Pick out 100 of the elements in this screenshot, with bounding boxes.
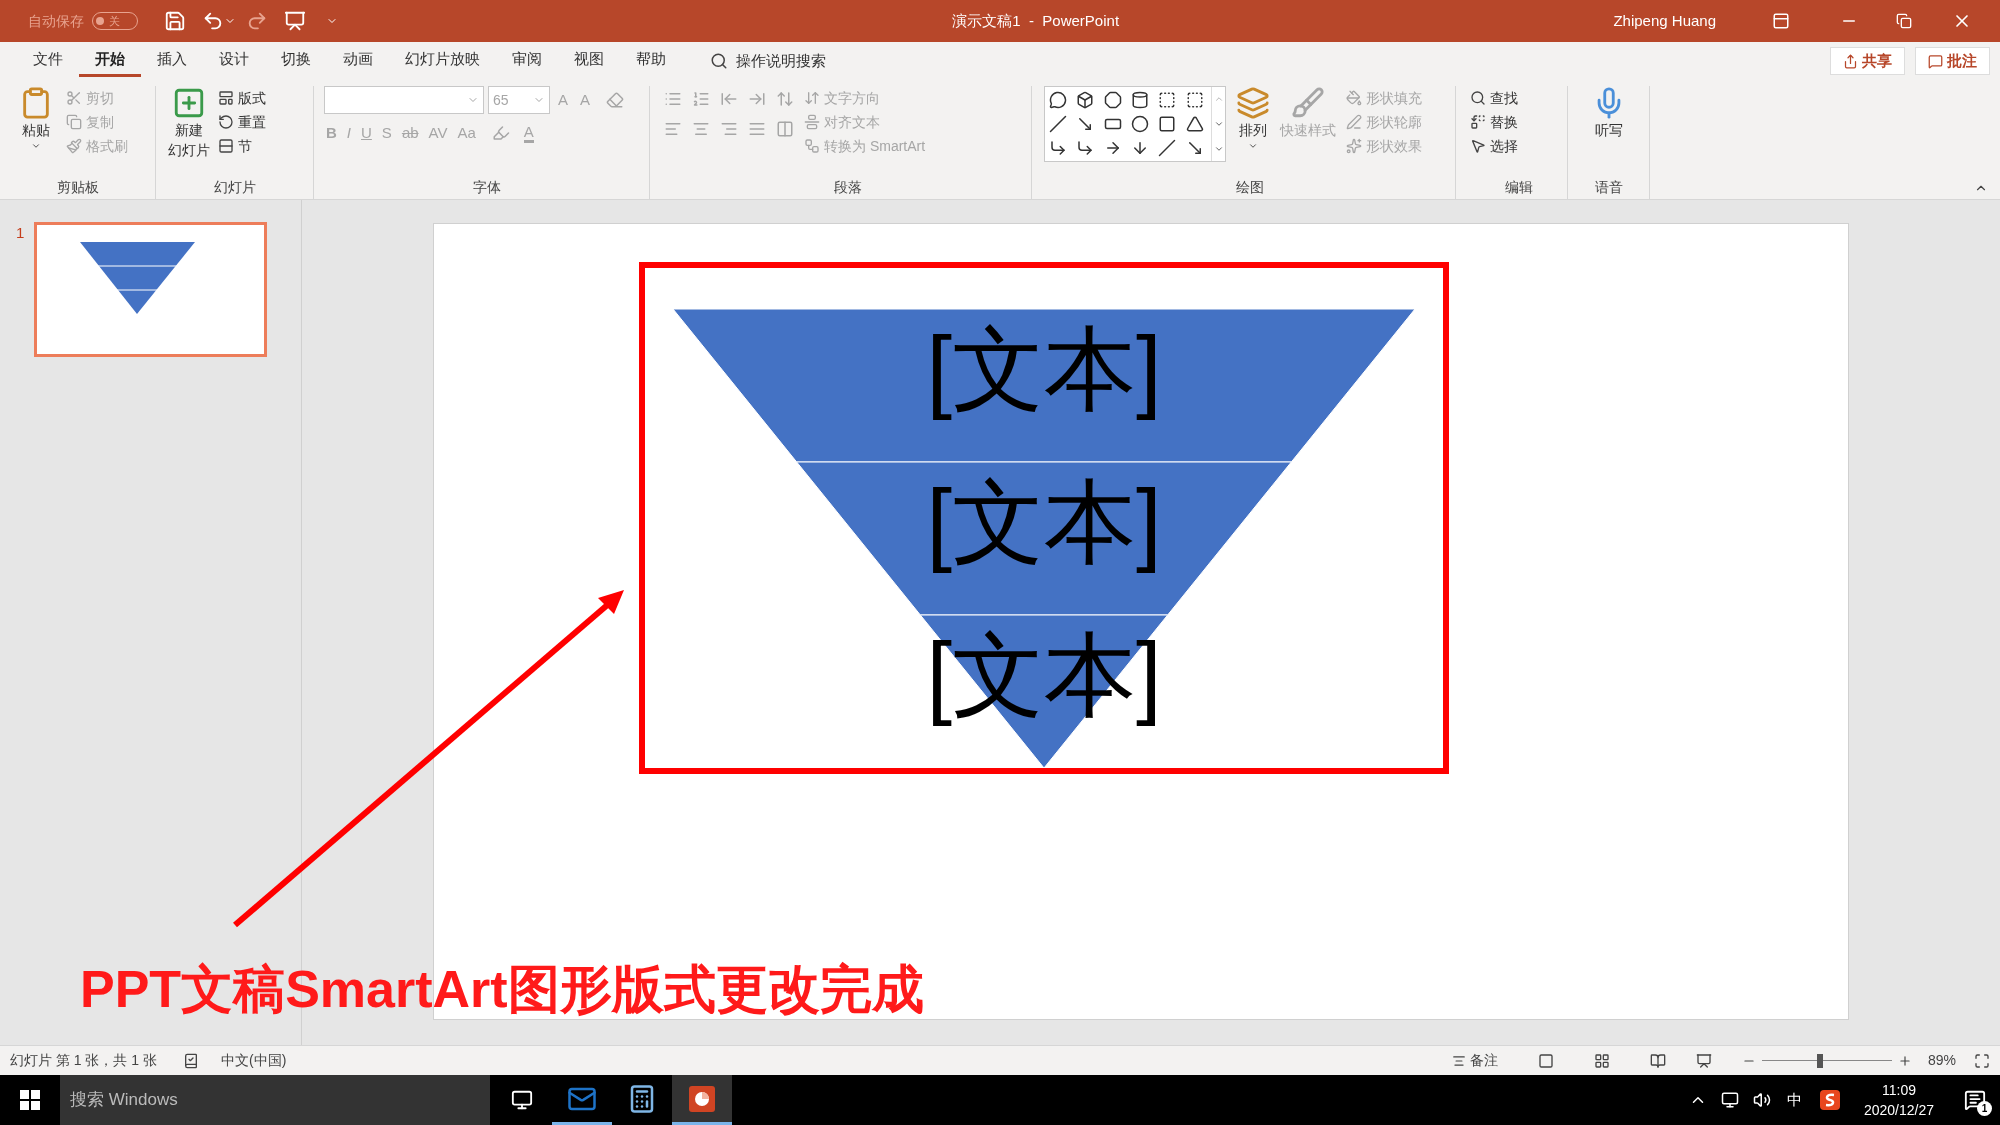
pointer-icon	[1470, 138, 1486, 154]
zoom-thumb[interactable]	[1817, 1053, 1824, 1068]
ribbon-tab[interactable]: 切换	[265, 45, 327, 77]
ribbon-command[interactable]: 重置	[218, 110, 266, 134]
text-box-icon[interactable]	[1185, 91, 1204, 109]
restore-icon[interactable]	[1896, 13, 1912, 29]
ellipse-icon[interactable]	[1131, 115, 1149, 133]
sorter-view-icon[interactable]	[1593, 1052, 1610, 1069]
funnel-text[interactable]: [文本]	[926, 319, 1162, 419]
presentation-app-icon[interactable]	[687, 1083, 717, 1114]
tell-me-search[interactable]: 操作说明搜索	[710, 49, 826, 73]
notes-button[interactable]: 备注	[1451, 1050, 1498, 1071]
comments-button[interactable]: 批注	[1915, 47, 1990, 75]
window-title: 演示文稿1 - PowerPoint	[952, 10, 1120, 31]
text-box-icon[interactable]	[1158, 91, 1177, 109]
ime-indicator[interactable]: 中	[1786, 1088, 1802, 1112]
group-label: 绘图	[1235, 178, 1264, 197]
notification-icon[interactable]	[1964, 1089, 1986, 1111]
clock-time[interactable]: 11:09	[1881, 1080, 1916, 1100]
funnel-segment[interactable]	[672, 308, 1416, 463]
dropdown-icon	[1248, 141, 1258, 151]
line-icon[interactable]	[1049, 115, 1067, 133]
new-slide-icon	[172, 86, 206, 120]
layout-icon	[218, 90, 234, 106]
increase-indent-icon	[748, 90, 766, 108]
spell-check-icon[interactable]	[183, 1052, 200, 1069]
reset-icon	[218, 114, 234, 130]
triangle-icon[interactable]	[1185, 115, 1204, 133]
undo-icon[interactable]	[202, 10, 224, 32]
group-label: 幻灯片	[213, 178, 256, 197]
normal-view-icon[interactable]	[1537, 1052, 1554, 1069]
speech-bubble-icon[interactable]	[1049, 91, 1067, 109]
paste-button[interactable]: 粘贴	[16, 86, 56, 177]
ribbon-command[interactable]: 节	[218, 134, 266, 158]
ribbon-tab[interactable]: 审阅	[496, 45, 558, 77]
ribbon-display-icon[interactable]	[1772, 12, 1790, 30]
elbow-arrow-icon[interactable]	[1076, 139, 1095, 157]
slideshow-view-icon[interactable]	[1695, 1052, 1712, 1069]
volume-icon[interactable]	[1752, 1091, 1771, 1109]
brush-icon	[1291, 86, 1325, 120]
new-slide-button[interactable]: 新建 幻灯片	[168, 86, 210, 177]
taskbar-search-field[interactable]: 搜索 Windows	[60, 1075, 490, 1125]
search-icon	[710, 52, 728, 70]
user-name: Zhipeng Huang	[1613, 10, 1716, 31]
ribbon-command[interactable]: 替换	[1470, 110, 1567, 134]
ribbon-command[interactable]: 版式	[218, 86, 266, 110]
ribbon-tab[interactable]: 插入	[141, 45, 203, 77]
ribbon-command[interactable]: 选择	[1470, 134, 1567, 158]
arrange-button[interactable]: 排列	[1236, 86, 1270, 177]
octagon-icon[interactable]	[1103, 91, 1122, 109]
windows-logo-icon[interactable]	[20, 1090, 40, 1110]
line-spacing-icon	[776, 90, 794, 108]
clock-date[interactable]: 2020/12/27	[1863, 1100, 1934, 1120]
share-button[interactable]: 共享	[1830, 47, 1905, 75]
columns-icon	[776, 120, 794, 138]
slide-number: 1	[16, 223, 25, 243]
ribbon-command[interactable]: 查找	[1470, 86, 1567, 110]
group-label: 编辑	[1504, 178, 1533, 197]
ribbon-tab[interactable]: 幻灯片放映	[389, 45, 496, 77]
cube-icon[interactable]	[1076, 91, 1095, 109]
funnel-text[interactable]: [文本]	[926, 472, 1162, 572]
ribbon-tab[interactable]: 帮助	[620, 45, 682, 77]
input-method-icon[interactable]	[1819, 1090, 1840, 1110]
ribbon-tab[interactable]: 文件	[17, 45, 79, 77]
zoom-level[interactable]: 89%	[1927, 1050, 1956, 1071]
rounded-rectangle-icon[interactable]	[1158, 115, 1177, 133]
elbow-connector-icon[interactable]	[1049, 139, 1067, 157]
network-icon[interactable]	[1720, 1091, 1739, 1109]
group-label: 语音	[1594, 178, 1623, 197]
text-direction-icon	[804, 90, 820, 106]
caption: PPT文稿SmartArt图形版式更改完成	[80, 959, 924, 1020]
zoom-in-icon[interactable]	[1897, 1053, 1912, 1068]
pen-icon	[1346, 114, 1362, 130]
align-center-icon	[692, 120, 710, 138]
align-text-icon	[804, 114, 820, 130]
scroll-down-icon[interactable]	[1213, 119, 1224, 129]
align-right-icon	[720, 120, 738, 138]
line-icon[interactable]	[1158, 139, 1177, 157]
dictate-button[interactable]: 听写	[1591, 86, 1626, 177]
cylinder-icon[interactable]	[1131, 91, 1149, 109]
ribbon-tab[interactable]: 动画	[327, 45, 389, 77]
group-label: 段落	[833, 178, 862, 197]
taskbar-app[interactable]	[672, 1075, 732, 1125]
replace-icon	[1470, 114, 1486, 130]
ribbon-tab[interactable]: 视图	[558, 45, 620, 77]
down-arrow-icon[interactable]	[1131, 139, 1149, 157]
shape-gallery[interactable]	[1044, 86, 1226, 162]
save-icon[interactable]	[164, 10, 186, 32]
redo-icon[interactable]	[246, 10, 268, 32]
language-label[interactable]: 中文(中国)	[221, 1050, 287, 1071]
sparkles-icon	[1346, 138, 1362, 154]
ribbon-tab[interactable]: 设计	[203, 45, 265, 77]
task-view-icon[interactable]	[511, 1089, 533, 1111]
fit-slide-icon[interactable]	[1974, 1052, 1990, 1069]
funnel-segment[interactable]	[796, 461, 1292, 616]
zoom-slider[interactable]	[1761, 1053, 1892, 1068]
font-name-field[interactable]	[324, 86, 484, 114]
reading-view-icon[interactable]	[1649, 1052, 1666, 1069]
ribbon-tab[interactable]: 开始	[79, 45, 141, 77]
slideshow-icon[interactable]	[284, 10, 306, 32]
